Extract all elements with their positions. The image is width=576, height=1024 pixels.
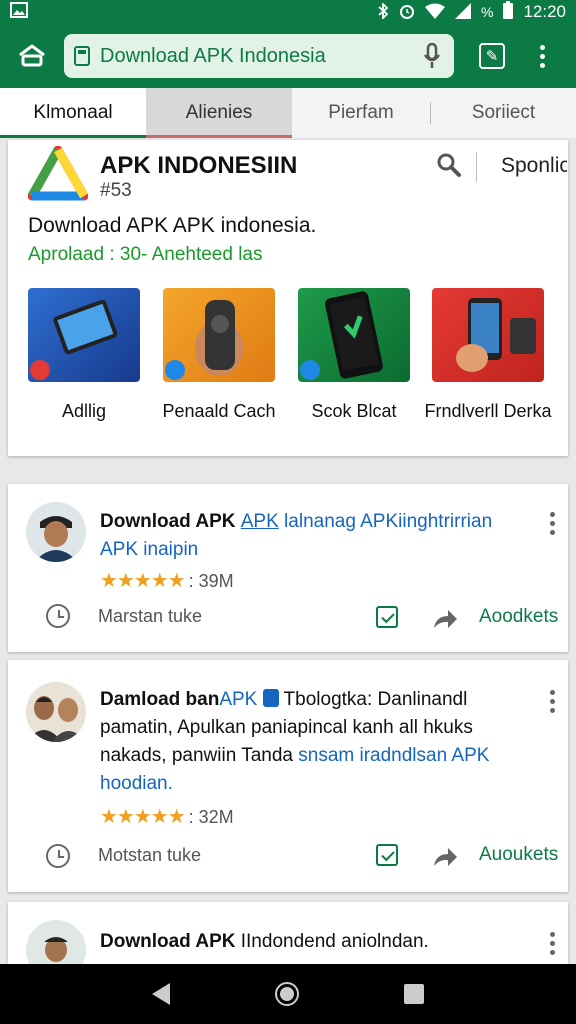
post-title[interactable]: Damload banAPK Tbologtka: Danlinandl pam…: [100, 686, 536, 798]
sponsor-link[interactable]: Sponlic: [501, 154, 567, 178]
more-options-icon[interactable]: [550, 512, 556, 535]
thumbnail-label-2: Penaald Cach: [162, 401, 276, 421]
system-nav-bar: [0, 964, 576, 1024]
clock-icon: [46, 844, 70, 868]
app-code: #53: [100, 180, 132, 201]
app-meta: Aprolaad : 30- Anehteed las: [28, 244, 263, 265]
overflow-menu-button[interactable]: [520, 24, 564, 88]
action-link[interactable]: Aoodkets: [479, 606, 558, 628]
lock-icon: [262, 689, 279, 707]
browser-toolbar: Download APK Indonesia ✎: [0, 24, 576, 88]
thumbnail-3[interactable]: [298, 288, 410, 382]
clock-time: 12:20: [523, 2, 566, 21]
read-later-label[interactable]: Motstan tuke: [98, 845, 201, 866]
url-bar[interactable]: Download APK Indonesia: [64, 34, 454, 78]
post-card-2[interactable]: Damload banAPK Tbologtka: Danlinandl pam…: [8, 660, 568, 892]
app-logo-icon: [28, 146, 88, 201]
badge-icon: [165, 360, 185, 380]
recent-apps-icon[interactable]: [403, 984, 424, 1004]
thumbnail-1[interactable]: [28, 288, 140, 382]
tab-klmonaal[interactable]: Klmonaal: [0, 88, 146, 138]
battery-label: %: [481, 4, 494, 20]
url-text: Download APK Indonesia: [100, 44, 326, 67]
more-options-icon[interactable]: [550, 932, 556, 955]
app-card: APK INDONESIIN #53 Sponlic Download APK …: [8, 140, 568, 456]
thumbnail-2[interactable]: [163, 288, 275, 382]
edit-button[interactable]: ✎: [464, 24, 520, 88]
thumbnail-label-3: Scok Blcat: [311, 401, 397, 421]
page-icon: [74, 46, 90, 66]
signal-icon: [455, 2, 471, 22]
more-options-icon[interactable]: [550, 690, 556, 713]
app-description: Download APK APK indonesia.: [28, 214, 317, 237]
tab-soriiect[interactable]: Soriiect: [431, 88, 576, 138]
thumbnail-4[interactable]: [432, 288, 544, 382]
wifi-icon: [425, 3, 445, 22]
status-bar: % 12:20: [0, 0, 576, 24]
post-card-1[interactable]: Download APK APK lalnanag APKiinghtrirri…: [8, 484, 568, 652]
home-button[interactable]: [0, 24, 64, 88]
home-icon: [19, 44, 45, 67]
battery-icon: [503, 0, 514, 24]
save-icon[interactable]: [376, 606, 398, 628]
tab-pierfam[interactable]: Pierfam: [292, 88, 430, 138]
badge-icon: [300, 360, 320, 380]
post-title[interactable]: Download APK IIndondend aniolndan.: [100, 928, 536, 956]
action-link[interactable]: Auoukets: [479, 844, 558, 866]
share-icon[interactable]: [432, 608, 458, 630]
app-title: APK INDONESIIN: [100, 152, 298, 179]
search-icon[interactable]: [436, 152, 462, 178]
microphone-icon[interactable]: [420, 41, 444, 71]
save-icon[interactable]: [376, 844, 398, 866]
badge-icon: [30, 360, 50, 380]
header-divider: [476, 152, 477, 182]
gallery-notification-icon: [10, 1, 28, 23]
rating-stars: ★★★★★: 32M: [100, 806, 234, 828]
avatar[interactable]: [26, 502, 86, 562]
read-later-label[interactable]: Marstan tuke: [98, 606, 202, 627]
alarm-icon: [399, 3, 415, 22]
rating-stars: ★★★★★: 39M: [100, 570, 234, 592]
edit-icon: ✎: [479, 43, 505, 69]
share-icon[interactable]: [432, 846, 458, 868]
clock-icon: [46, 604, 70, 628]
tab-bar: Klmonaal Alienies Pierfam Soriiect: [0, 88, 576, 138]
back-icon[interactable]: [152, 983, 171, 1005]
tab-alienies[interactable]: Alienies: [146, 88, 292, 138]
home-circle-icon[interactable]: [274, 982, 299, 1006]
bluetooth-icon: [377, 1, 389, 22]
thumbnail-label-4: Frndlverll Derka: [424, 401, 552, 421]
avatar[interactable]: [26, 682, 86, 742]
phones-image-icon: [456, 298, 536, 372]
thumbnail-label-1: Adllig: [61, 401, 107, 421]
post-title[interactable]: Download APK APK lalnanag APKiinghtrirri…: [100, 508, 530, 564]
